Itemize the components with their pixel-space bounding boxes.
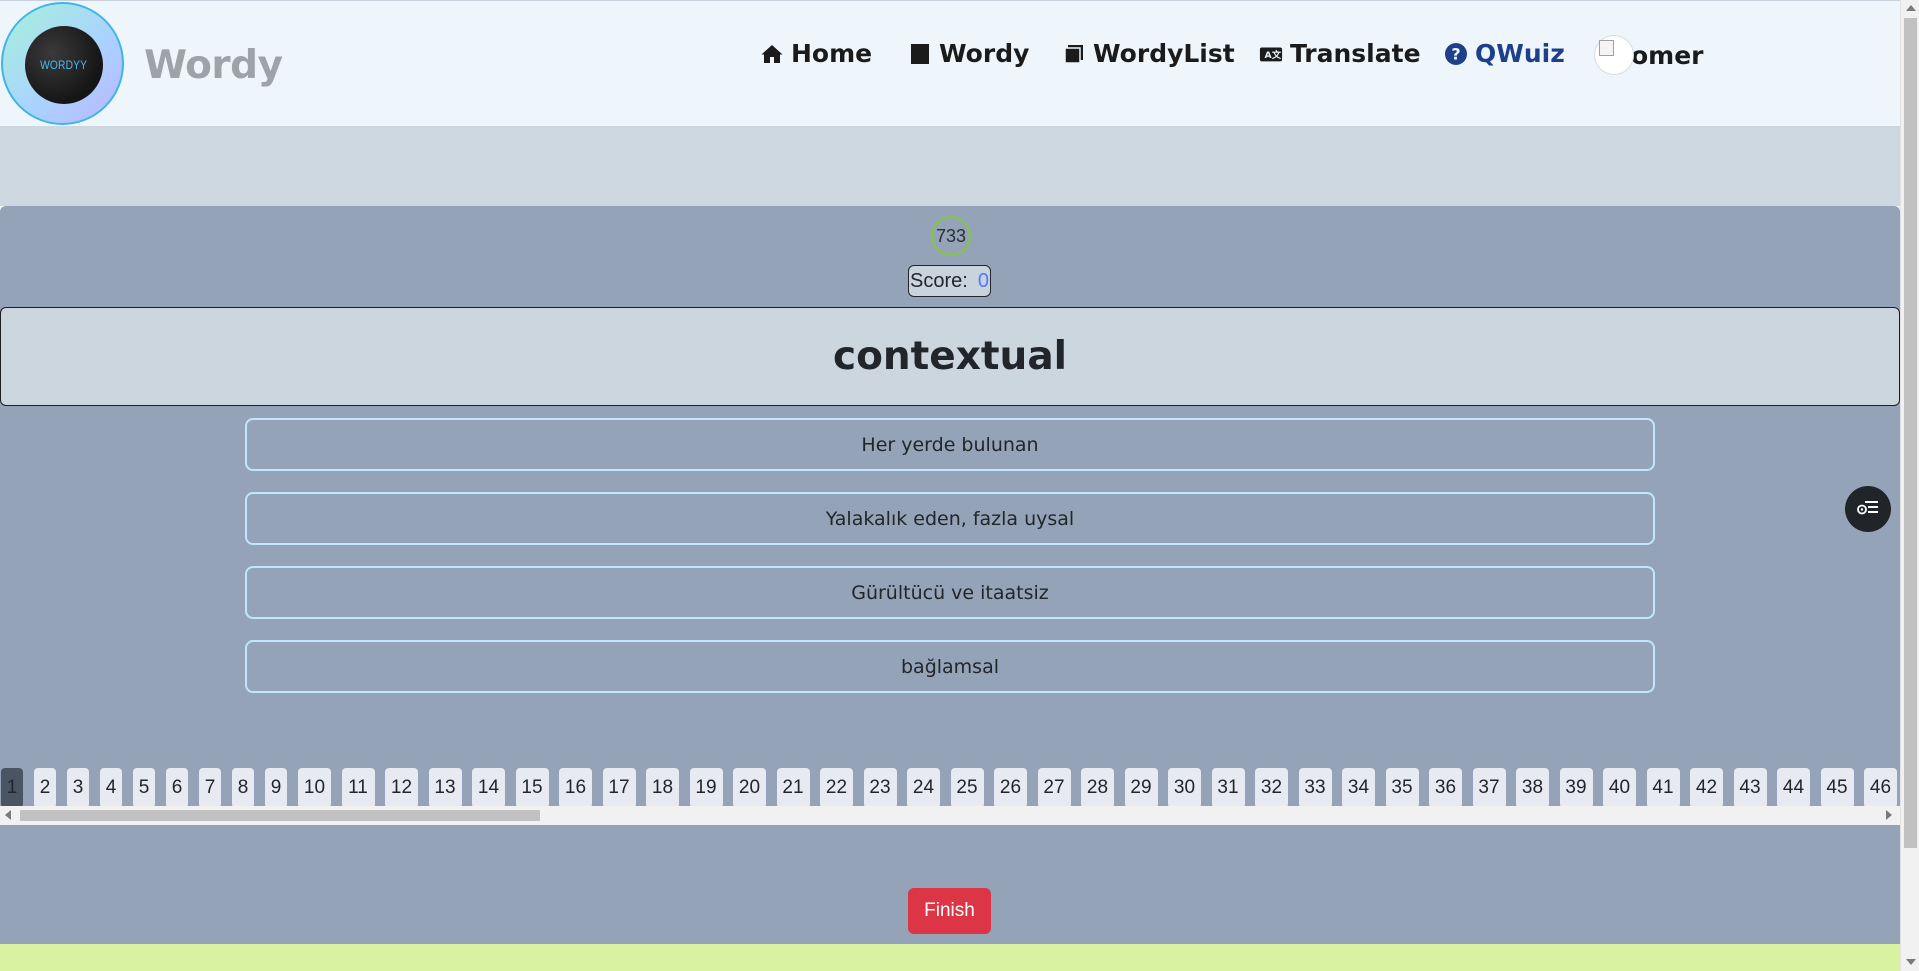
nav-home[interactable]: Home (760, 39, 872, 68)
score-label: Score: (910, 269, 968, 292)
question-page-button[interactable]: 38 (1516, 768, 1549, 808)
finish-button[interactable]: Finish (908, 888, 991, 934)
pager-scrollbar-thumb[interactable] (20, 810, 540, 821)
scroll-down-arrow-icon[interactable] (1906, 959, 1916, 965)
question-page-button[interactable]: 27 (1037, 768, 1071, 808)
nav-translate[interactable]: A文 Translate (1259, 39, 1421, 68)
avatar (1594, 35, 1634, 75)
question-page-button[interactable]: 46 (1864, 768, 1897, 808)
question-page-button[interactable]: 21 (776, 768, 810, 808)
question-page-button[interactable]: 8 (232, 768, 254, 808)
scroll-up-arrow-icon[interactable] (1906, 5, 1916, 11)
question-page-button[interactable]: 33 (1298, 768, 1332, 808)
nav-qwuiz-label: QWuiz (1475, 39, 1565, 68)
footer-strip (0, 944, 1900, 971)
top-navbar: WORDYY Wordy Home Wordy WordyList A文 Tra… (0, 0, 1900, 126)
question-page-button[interactable]: 36 (1429, 768, 1462, 808)
question-page-button[interactable]: 10 (298, 768, 331, 808)
question-page-button[interactable]: 29 (1124, 768, 1158, 808)
question-page-button[interactable]: 5 (133, 768, 155, 808)
question-page-button[interactable]: 17 (602, 768, 636, 808)
question-page-button[interactable]: 13 (428, 768, 462, 808)
logo-text: WORDYY (40, 58, 88, 72)
page-scrollbar-thumb[interactable] (1904, 18, 1917, 848)
question-page-button[interactable]: 1 (1, 768, 23, 808)
question-page-button[interactable]: 41 (1646, 768, 1680, 808)
logo-disc: WORDYY (25, 26, 103, 104)
home-icon (760, 42, 784, 66)
question-page-button[interactable]: 44 (1777, 768, 1810, 808)
question-page-button[interactable]: 24 (907, 768, 940, 808)
answer-option[interactable]: bağlamsal (245, 640, 1655, 693)
question-page-button[interactable]: 25 (950, 768, 984, 808)
svg-text:文: 文 (1271, 49, 1282, 61)
question-page-button[interactable]: 11 (341, 768, 375, 808)
nav-home-label: Home (791, 39, 873, 68)
nav-user[interactable]: omer (1594, 35, 1704, 75)
nav-wordy[interactable]: Wordy (908, 39, 1029, 68)
question-page-button[interactable]: 31 (1211, 768, 1245, 808)
question-page-button[interactable]: 35 (1385, 768, 1419, 808)
nav-wordylist[interactable]: WordyList (1062, 39, 1235, 68)
question-word-card: contextual (0, 307, 1900, 406)
question-page-button[interactable]: 9 (265, 768, 287, 808)
quiz-panel: 733 Score: 0 contextual Her yerde buluna… (0, 206, 1900, 944)
question-page-button[interactable]: 26 (994, 768, 1027, 808)
question-page-button[interactable]: 40 (1603, 768, 1636, 808)
site-logo[interactable]: WORDYY (1, 2, 124, 125)
scroll-right-arrow-icon[interactable] (1886, 810, 1892, 820)
score-box: Score: 0 (908, 265, 991, 297)
question-page-button[interactable]: 15 (515, 768, 549, 808)
question-page-button[interactable]: 16 (559, 768, 592, 808)
quiz-menu-button[interactable] (1845, 486, 1891, 532)
question-page-button[interactable]: 28 (1081, 768, 1114, 808)
question-page-button[interactable]: 2 (34, 768, 56, 808)
answer-option[interactable]: Gürültücü ve itaatsiz (245, 566, 1655, 619)
nav-translate-label: Translate (1290, 39, 1421, 68)
list-settings-icon (1857, 498, 1879, 521)
answer-option[interactable]: Her yerde bulunan (245, 418, 1655, 471)
question-page-button[interactable]: 20 (733, 768, 766, 808)
question-page-button[interactable]: 3 (67, 768, 89, 808)
question-page-button[interactable]: 42 (1690, 768, 1723, 808)
svg-text:?: ? (1451, 44, 1460, 63)
brand-name[interactable]: Wordy (144, 43, 283, 88)
question-page-button[interactable]: 14 (472, 768, 505, 808)
question-page-button[interactable]: 22 (820, 768, 853, 808)
pager-scrollbar[interactable] (0, 806, 1900, 825)
question-page-button[interactable]: 6 (166, 768, 188, 808)
question-page-button[interactable]: 37 (1472, 768, 1506, 808)
question-page-button[interactable]: 39 (1559, 768, 1593, 808)
square-icon (908, 42, 932, 66)
question-page-button[interactable]: 12 (385, 768, 418, 808)
question-page-button[interactable]: 7 (199, 768, 221, 808)
nav-wordylist-label: WordyList (1093, 39, 1235, 68)
translate-icon: A文 (1259, 42, 1283, 66)
nav-qwuiz[interactable]: ? QWuiz (1444, 39, 1565, 68)
question-circle-icon: ? (1444, 42, 1468, 66)
question-page-button[interactable]: 19 (689, 768, 723, 808)
nav-user-label: omer (1631, 40, 1704, 70)
question-page-button[interactable]: 45 (1820, 768, 1854, 808)
question-page-button[interactable]: 18 (646, 768, 679, 808)
question-page-button[interactable]: 43 (1733, 768, 1767, 808)
question-page-button[interactable]: 30 (1168, 768, 1201, 808)
question-pager: 1 2 3 4 5 6 7 8 9 10 11 12 13 14 15 16 17 18 19 20 21 22 23 24 2… (0, 764, 1900, 812)
nav-wordy-label: Wordy (939, 39, 1030, 68)
countdown-timer: 733 (931, 216, 971, 256)
question-page-button[interactable]: 34 (1342, 768, 1375, 808)
scroll-left-arrow-icon[interactable] (5, 810, 11, 820)
page-scrollbar[interactable] (1900, 0, 1919, 971)
score-value: 0 (977, 269, 989, 292)
question-page-button[interactable]: 4 (100, 768, 122, 808)
copy-icon (1062, 42, 1086, 66)
question-page-button[interactable]: 32 (1255, 768, 1288, 808)
question-word: contextual (832, 334, 1068, 379)
question-page-button[interactable]: 23 (863, 768, 897, 808)
answer-option[interactable]: Yalakalık eden, fazla uysal (245, 492, 1655, 545)
header-spacer-band (0, 126, 1900, 206)
